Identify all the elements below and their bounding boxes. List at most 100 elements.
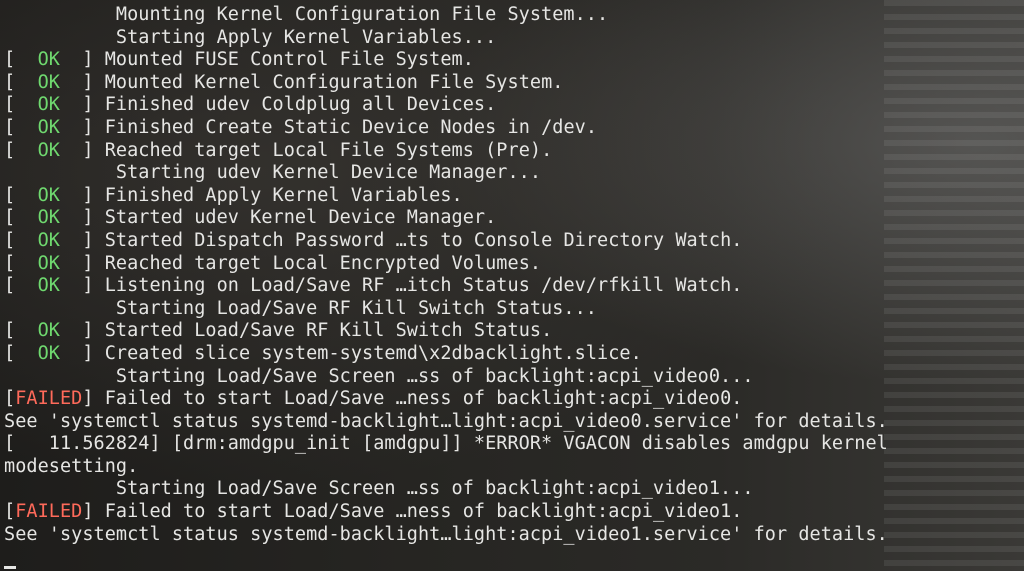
status-ok-badge: OK bbox=[37, 71, 60, 93]
status-ok-badge: OK bbox=[37, 94, 60, 116]
log-line-text: Starting Load/Save Screen …ss of backlig… bbox=[115, 365, 754, 387]
log-line: [ OK ] Reached target Local Encrypted Vo… bbox=[4, 253, 1020, 276]
log-line: [ OK ] Finished Create Static Device Nod… bbox=[4, 117, 1020, 140]
log-line-suffix: ] bbox=[59, 116, 105, 138]
log-line: [FAILED] Failed to start Load/Save …ness… bbox=[4, 501, 1020, 524]
log-line-text: See 'systemctl status systemd-backlight…… bbox=[4, 523, 888, 545]
log-line-text: [ 11.562824] [drm:amdgpu_init [amdgpu]] … bbox=[4, 433, 888, 455]
log-line: [ OK ] Started Load/Save RF Kill Switch … bbox=[4, 320, 1020, 343]
log-line-text: Failed to start Load/Save …ness of backl… bbox=[104, 388, 743, 410]
log-line-suffix: ] bbox=[59, 94, 105, 116]
log-line-suffix: ] bbox=[59, 320, 105, 342]
log-line-text: Started Load/Save RF Kill Switch Status. bbox=[104, 320, 553, 342]
log-line-prefix: [ bbox=[4, 49, 38, 71]
log-line: [ OK ] Finished Apply Kernel Variables. bbox=[4, 185, 1020, 208]
status-ok-badge: OK bbox=[37, 229, 60, 251]
log-line-prefix: [ bbox=[4, 229, 38, 251]
log-line-prefix bbox=[4, 298, 116, 319]
log-line-suffix: ] bbox=[59, 49, 105, 71]
log-line-suffix: ] bbox=[59, 139, 105, 161]
log-line-text: Finished udev Coldplug all Devices. bbox=[104, 94, 497, 116]
log-line: See 'systemctl status systemd-backlight…… bbox=[4, 411, 1020, 434]
log-line: [ OK ] Listening on Load/Save RF …itch S… bbox=[4, 275, 1020, 298]
log-line-prefix: [ bbox=[4, 94, 38, 116]
log-line-prefix bbox=[4, 366, 116, 387]
log-line: modesetting. bbox=[4, 456, 1020, 479]
log-line-text: Finished Apply Kernel Variables. bbox=[104, 184, 463, 206]
status-ok-badge: OK bbox=[37, 342, 60, 364]
log-line: Mounting Kernel Configuration File Syste… bbox=[4, 4, 1020, 27]
status-ok-badge: OK bbox=[37, 116, 60, 138]
text-cursor bbox=[4, 565, 16, 569]
status-failed-badge: FAILED bbox=[15, 388, 83, 410]
log-line-suffix: ] bbox=[82, 501, 105, 523]
log-line-text: See 'systemctl status systemd-backlight…… bbox=[4, 410, 888, 432]
log-line-suffix: ] bbox=[59, 342, 105, 364]
log-line-text: Started udev Kernel Device Manager. bbox=[104, 207, 497, 229]
log-line-prefix: [ bbox=[4, 501, 16, 523]
log-line: Starting Load/Save RF Kill Switch Status… bbox=[4, 298, 1020, 321]
log-line-text: Mounted FUSE Control File System. bbox=[104, 49, 474, 71]
log-line: [FAILED] Failed to start Load/Save …ness… bbox=[4, 388, 1020, 411]
log-line-suffix: ] bbox=[82, 388, 105, 410]
status-ok-badge: OK bbox=[37, 139, 60, 161]
log-line-suffix: ] bbox=[59, 184, 105, 206]
boot-console-screen: Mounting Kernel Configuration File Syste… bbox=[0, 0, 1024, 571]
log-line: [ OK ] Finished udev Coldplug all Device… bbox=[4, 94, 1020, 117]
log-line-text: Failed to start Load/Save …ness of backl… bbox=[104, 501, 743, 523]
log-line: Starting udev Kernel Device Manager... bbox=[4, 162, 1020, 185]
log-line-text: Created slice system-systemd\x2dbackligh… bbox=[104, 342, 642, 364]
status-ok-badge: OK bbox=[37, 207, 60, 229]
log-line-text: Reached target Local File Systems (Pre). bbox=[104, 139, 553, 161]
log-line-prefix: [ bbox=[4, 139, 38, 161]
log-line: [ 11.562824] [drm:amdgpu_init [amdgpu]] … bbox=[4, 433, 1020, 456]
log-line-prefix: [ bbox=[4, 388, 16, 410]
log-line-prefix: [ bbox=[4, 207, 38, 229]
log-line-prefix: [ bbox=[4, 116, 38, 138]
cursor-line bbox=[4, 546, 1020, 569]
log-line-text: Reached target Local Encrypted Volumes. bbox=[104, 252, 542, 274]
log-line-text: Starting Apply Kernel Variables... bbox=[115, 26, 497, 48]
log-line-suffix: ] bbox=[59, 207, 105, 229]
status-ok-badge: OK bbox=[37, 275, 60, 297]
log-line-prefix bbox=[4, 162, 116, 183]
log-line: See 'systemctl status systemd-backlight…… bbox=[4, 524, 1020, 547]
log-line-text: Starting Load/Save Screen …ss of backlig… bbox=[115, 478, 754, 500]
log-line-text: Finished Create Static Device Nodes in /… bbox=[104, 116, 598, 138]
log-line-prefix bbox=[4, 4, 116, 25]
log-line-text: Mounting Kernel Configuration File Syste… bbox=[115, 4, 609, 25]
log-line-text: Started Dispatch Password …ts to Console… bbox=[104, 229, 743, 251]
log-line-text: Listening on Load/Save RF …itch Status /… bbox=[104, 275, 743, 297]
status-failed-badge: FAILED bbox=[15, 501, 83, 523]
log-line-text: Mounted Kernel Configuration File System… bbox=[104, 71, 564, 93]
log-line: [ OK ] Mounted Kernel Configuration File… bbox=[4, 72, 1020, 95]
status-ok-badge: OK bbox=[37, 252, 60, 274]
log-line-text: Starting Load/Save RF Kill Switch Status… bbox=[115, 297, 597, 319]
status-ok-badge: OK bbox=[37, 49, 60, 71]
log-line-prefix bbox=[4, 478, 116, 499]
log-line-text: modesetting. bbox=[4, 455, 139, 477]
log-line-suffix: ] bbox=[59, 275, 105, 297]
log-line: [ OK ] Mounted FUSE Control File System. bbox=[4, 49, 1020, 72]
status-ok-badge: OK bbox=[37, 184, 60, 206]
log-line-prefix: [ bbox=[4, 71, 38, 93]
log-line: Starting Load/Save Screen …ss of backlig… bbox=[4, 478, 1020, 501]
log-line: [ OK ] Started udev Kernel Device Manage… bbox=[4, 207, 1020, 230]
boot-log: Mounting Kernel Configuration File Syste… bbox=[4, 4, 1020, 569]
log-line: [ OK ] Started Dispatch Password …ts to … bbox=[4, 230, 1020, 253]
log-line: [ OK ] Reached target Local File Systems… bbox=[4, 140, 1020, 163]
status-ok-badge: OK bbox=[37, 320, 60, 342]
log-line: [ OK ] Created slice system-systemd\x2db… bbox=[4, 343, 1020, 366]
log-line-prefix: [ bbox=[4, 275, 38, 297]
log-line-prefix bbox=[4, 27, 116, 48]
log-line-prefix: [ bbox=[4, 184, 38, 206]
log-line-prefix: [ bbox=[4, 342, 38, 364]
log-line-suffix: ] bbox=[59, 71, 105, 93]
log-line: Starting Load/Save Screen …ss of backlig… bbox=[4, 366, 1020, 389]
log-line: Starting Apply Kernel Variables... bbox=[4, 27, 1020, 50]
log-line-suffix: ] bbox=[59, 229, 105, 251]
log-line-prefix: [ bbox=[4, 252, 38, 274]
log-line-text: Starting udev Kernel Device Manager... bbox=[115, 162, 542, 184]
log-line-prefix: [ bbox=[4, 320, 38, 342]
log-line-suffix: ] bbox=[59, 252, 105, 274]
